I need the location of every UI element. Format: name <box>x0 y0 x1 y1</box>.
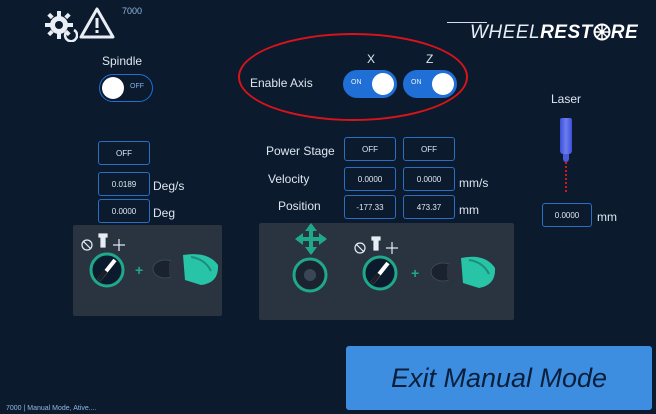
z-power-button[interactable]: OFF <box>403 137 455 161</box>
laser-sensor-icon <box>560 118 572 154</box>
toggle-state: ON <box>351 79 362 86</box>
spindle-power-button[interactable]: OFF <box>98 141 150 165</box>
gear-refresh-icon[interactable] <box>44 10 78 42</box>
laser-value-field[interactable]: 0.0000 <box>542 203 592 227</box>
handwheel-mode-icons <box>81 233 125 251</box>
status-bar: 7000 | Manual Mode, Ative.... <box>6 405 97 412</box>
toggle-state: ON <box>411 79 422 86</box>
position-label: Position <box>278 199 321 213</box>
move-arrows-icon <box>295 223 327 255</box>
jog-handle-icon <box>152 254 219 285</box>
x-power-button[interactable]: OFF <box>344 137 396 161</box>
spindle-velocity-unit: Deg/s <box>153 179 185 193</box>
toggle-knob <box>432 73 454 95</box>
spindle-position-unit: Deg <box>153 206 176 220</box>
spindle-label: Spindle <box>102 54 143 68</box>
laser-unit: mm <box>597 210 617 224</box>
brand-end: RE <box>610 22 639 43</box>
spindle-position-field[interactable]: 0.0000 <box>98 199 150 223</box>
axis-x-label: X <box>367 52 376 66</box>
toggle-knob <box>102 77 124 99</box>
axis-z-label: Z <box>426 52 434 66</box>
svg-text:+: + <box>411 265 419 281</box>
axis-z-toggle[interactable]: ON <box>403 70 457 98</box>
enable-axis-label: Enable Axis <box>250 76 313 90</box>
axis-x-toggle[interactable]: ON <box>343 70 397 98</box>
header-code: 7000 <box>122 6 143 16</box>
laser-label: Laser <box>551 92 582 106</box>
wheel-icon <box>593 23 611 41</box>
spindle-toggle[interactable]: OFF <box>99 74 153 102</box>
laser-tip <box>563 154 569 162</box>
z-position-field[interactable]: 473.37 <box>403 195 455 219</box>
brand-bold: REST <box>540 22 593 43</box>
x-position-field[interactable]: -177.33 <box>344 195 396 219</box>
axis-handwheel-icon <box>362 255 398 291</box>
warning-icon[interactable] <box>78 6 116 40</box>
brand-logo: WHEELREST RE <box>470 22 638 44</box>
power-stage-label: Power Stage <box>266 144 335 158</box>
brand-thin: WHEEL <box>470 22 541 43</box>
axis-jog-panel: + <box>259 223 514 320</box>
handwheel-dial-icon <box>89 252 125 288</box>
toggle-state: OFF <box>130 83 144 90</box>
spindle-jog-panel: + <box>73 225 222 316</box>
toggle-knob <box>372 73 394 95</box>
joystick-icon <box>292 257 328 293</box>
axis-jog-handle-icon <box>430 256 496 288</box>
axis-velocity-unit: mm/s <box>459 176 489 190</box>
spindle-velocity-field[interactable]: 0.0189 <box>98 172 150 196</box>
velocity-label: Velocity <box>268 172 310 186</box>
svg-text:+: + <box>135 262 143 278</box>
z-velocity-field[interactable]: 0.0000 <box>403 167 455 191</box>
laser-beam <box>565 162 567 192</box>
axis-position-unit: mm <box>459 203 479 217</box>
x-velocity-field[interactable]: 0.0000 <box>344 167 396 191</box>
exit-manual-mode-button[interactable]: Exit Manual Mode <box>346 346 652 410</box>
